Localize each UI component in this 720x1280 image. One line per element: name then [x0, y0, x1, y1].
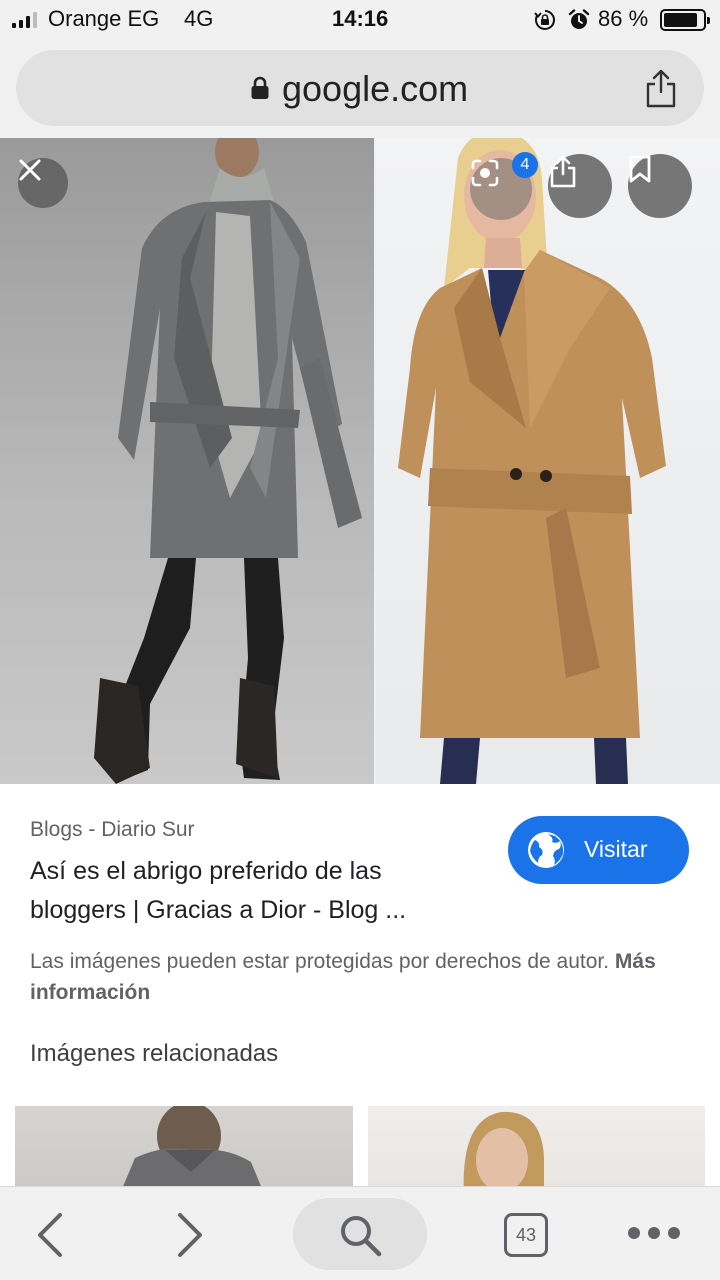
tab-count: 43	[515, 1225, 537, 1245]
related-image-model	[463, 1111, 544, 1196]
battery-percent: 86 %	[598, 6, 649, 31]
image-viewer[interactable]: 4	[0, 138, 720, 784]
visit-button[interactable]: Visitar	[508, 816, 689, 884]
signal-icon	[12, 12, 37, 28]
save-image-button[interactable]	[628, 154, 692, 218]
status-bar: Orange EG 4G 14:16 86 %	[0, 0, 720, 40]
share-icon[interactable]	[644, 68, 678, 108]
coat-illustration	[94, 138, 666, 784]
url-domain: google.com	[282, 68, 469, 109]
visit-label: Visitar	[584, 836, 648, 862]
battery-level	[664, 13, 697, 27]
related-image-grey-coat	[119, 1106, 265, 1196]
lock-icon	[251, 76, 269, 99]
browser-header: google.com	[0, 40, 720, 138]
rotation-lock-icon	[534, 10, 555, 30]
search-icon	[341, 1216, 382, 1257]
copyright-text: Las imágenes pueden estar protegidas por…	[30, 950, 610, 973]
address-bar[interactable]: google.com	[16, 50, 704, 126]
result-title[interactable]: Así es el abrigo preferido de las blogge…	[30, 852, 480, 930]
related-image-thumbnail[interactable]	[15, 1106, 353, 1196]
lens-icon	[471, 159, 499, 187]
forward-icon[interactable]	[170, 1211, 210, 1259]
copyright-notice: Las imágenes pueden estar protegidas por…	[30, 946, 670, 1008]
status-time: 14:16	[332, 6, 389, 31]
battery-icon	[660, 9, 710, 31]
alarm-icon	[568, 9, 590, 29]
bookmark-icon	[629, 155, 651, 183]
tabs-button[interactable]: 43	[504, 1213, 548, 1257]
lens-badge: 4	[512, 152, 538, 178]
result-source[interactable]: Blogs - Diario Sur	[30, 818, 195, 842]
close-button[interactable]	[18, 158, 68, 208]
network-type: 4G	[184, 6, 214, 31]
share-image-button[interactable]	[548, 154, 612, 218]
related-images-heading: Imágenes relacionadas	[30, 1040, 279, 1067]
share-icon	[550, 155, 576, 188]
close-icon	[19, 159, 41, 181]
search-button[interactable]	[293, 1198, 427, 1270]
globe-icon	[528, 832, 564, 868]
carrier-name: Orange EG	[48, 6, 160, 31]
bottom-toolbar: 43	[0, 1186, 720, 1280]
more-icon[interactable]	[628, 1227, 680, 1239]
related-image-thumbnail[interactable]	[368, 1106, 705, 1196]
back-icon[interactable]	[30, 1211, 70, 1259]
